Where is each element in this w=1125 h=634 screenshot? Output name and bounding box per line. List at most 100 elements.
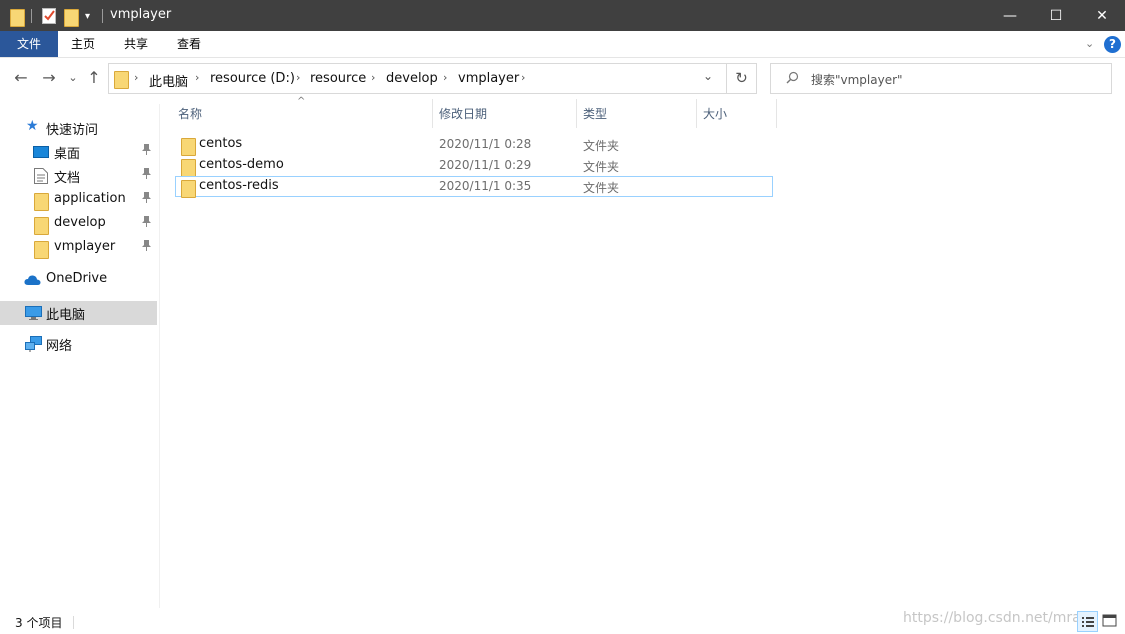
breadcrumb-resource-drive[interactable]: resource (D:)	[210, 71, 295, 86]
search-icon	[786, 71, 799, 88]
tab-share[interactable]: 共享	[110, 31, 162, 57]
folder-icon	[181, 158, 196, 177]
close-button[interactable]: ✕	[1079, 0, 1125, 31]
file-row[interactable]: centos-redis 2020/11/1 0:35 文件夹	[175, 176, 773, 198]
pin-icon[interactable]	[142, 144, 151, 158]
column-header-type[interactable]: 类型	[583, 105, 607, 127]
sidebar-item-label: 网络	[46, 339, 73, 354]
details-view-icon[interactable]	[1077, 611, 1098, 632]
folder-icon	[34, 240, 50, 259]
search-input[interactable]: 搜索"vmplayer"	[811, 71, 903, 88]
properties-icon[interactable]	[42, 7, 57, 25]
sidebar-item-documents[interactable]: 文档	[0, 164, 157, 188]
status-divider	[73, 616, 74, 629]
column-divider[interactable]	[576, 99, 577, 128]
breadcrumb-vmplayer[interactable]: vmplayer	[458, 71, 519, 86]
document-icon	[34, 168, 50, 184]
back-button[interactable]: ←	[10, 67, 32, 89]
file-type: 文件夹	[583, 160, 620, 174]
customize-toolbar-icon[interactable]: ▾	[85, 7, 90, 25]
computer-icon	[25, 305, 42, 321]
up-button[interactable]: ↑	[83, 67, 105, 89]
navigation-pane: ★ 快速访问 桌面 文档 application develop vmplaye…	[0, 104, 160, 608]
sidebar-item-network[interactable]: 网络	[0, 332, 157, 356]
qa-divider	[31, 9, 32, 23]
breadcrumb-separator[interactable]: ›	[134, 71, 138, 84]
breadcrumb-resource[interactable]: resource	[310, 71, 366, 86]
breadcrumb-this-pc[interactable]: 此电脑	[149, 71, 188, 90]
column-header-size[interactable]: 大小	[703, 105, 727, 127]
recent-locations-button[interactable]: ⌄	[62, 67, 84, 89]
address-dropdown-icon[interactable]: ⌄	[703, 69, 713, 83]
sidebar-item-label: vmplayer	[54, 239, 116, 254]
file-date: 2020/11/1 0:29	[439, 158, 532, 172]
watermark: https://blog.csdn.net/mra...	[903, 610, 1095, 626]
column-header-date[interactable]: 修改日期	[439, 105, 487, 127]
tab-view[interactable]: 查看	[163, 31, 215, 57]
column-divider[interactable]	[696, 99, 697, 128]
status-bar: 3 个项目 https://blog.csdn.net/mra...	[0, 610, 1125, 634]
tab-home[interactable]: 主页	[58, 31, 108, 57]
column-divider[interactable]	[776, 99, 777, 128]
breadcrumb-separator[interactable]: ›	[443, 71, 447, 84]
search-box[interactable]: 搜索"vmplayer"	[770, 63, 1112, 94]
sidebar-item-vmplayer[interactable]: vmplayer	[0, 236, 157, 260]
sidebar-item-label: 快速访问	[46, 123, 99, 138]
sidebar-item-onedrive[interactable]: OneDrive	[0, 268, 157, 292]
forward-button[interactable]: →	[38, 67, 60, 89]
desktop-icon	[33, 144, 49, 160]
sidebar-item-label: 桌面	[54, 147, 81, 162]
file-date: 2020/11/1 0:35	[439, 179, 532, 193]
file-type: 文件夹	[583, 139, 620, 153]
refresh-button[interactable]: ↻	[727, 63, 757, 94]
pin-icon[interactable]	[142, 168, 151, 182]
large-icons-view-icon[interactable]	[1100, 611, 1121, 632]
cloud-icon	[24, 272, 41, 288]
pin-icon[interactable]	[142, 192, 151, 206]
file-row[interactable]: centos 2020/11/1 0:28 文件夹	[175, 134, 773, 156]
file-date: 2020/11/1 0:28	[439, 137, 532, 151]
column-divider[interactable]	[432, 99, 433, 128]
file-name: centos-redis	[199, 178, 279, 193]
breadcrumb-separator[interactable]: ›	[371, 71, 375, 84]
maximize-button[interactable]: ☐	[1033, 0, 1079, 31]
sidebar-item-application[interactable]: application	[0, 188, 157, 212]
folder-icon	[10, 7, 25, 27]
breadcrumb-separator[interactable]: ›	[296, 71, 300, 84]
star-icon: ★	[26, 118, 39, 134]
sidebar-item-desktop[interactable]: 桌面	[0, 140, 157, 164]
file-name: centos	[199, 136, 243, 151]
address-bar[interactable]: › 此电脑 › resource (D:) › resource › devel…	[108, 63, 727, 94]
breadcrumb-separator[interactable]: ›	[521, 71, 525, 84]
file-row[interactable]: centos-demo 2020/11/1 0:29 文件夹	[175, 155, 773, 177]
sidebar-item-develop[interactable]: develop	[0, 212, 157, 236]
title-bar: ▾ vmplayer — ☐ ✕	[0, 0, 1125, 31]
folder-icon	[181, 179, 196, 198]
window-title: vmplayer	[110, 7, 172, 22]
sidebar-item-label: application	[54, 191, 126, 206]
new-folder-icon[interactable]	[64, 7, 79, 27]
folder-icon	[181, 137, 196, 156]
sidebar-item-this-pc[interactable]: 此电脑	[0, 301, 157, 325]
ribbon: 文件 主页 共享 查看 ⌄ ?	[0, 31, 1125, 58]
folder-icon	[34, 192, 50, 211]
sidebar-item-label: OneDrive	[46, 271, 108, 286]
column-header-name[interactable]: 名称	[178, 105, 202, 127]
minimize-button[interactable]: —	[987, 0, 1033, 31]
pin-icon[interactable]	[142, 240, 151, 254]
sidebar-item-quick-access[interactable]: ★ 快速访问	[0, 116, 157, 140]
expand-ribbon-icon[interactable]: ⌄	[1085, 37, 1094, 50]
sidebar-item-label: 此电脑	[46, 308, 86, 323]
item-count: 3 个项目	[15, 616, 63, 630]
sidebar-item-label: develop	[54, 215, 106, 230]
tab-file[interactable]: 文件	[0, 31, 58, 57]
sort-ascending-icon: ^	[297, 96, 306, 107]
folder-icon	[34, 216, 50, 235]
folder-icon	[114, 70, 129, 90]
file-type: 文件夹	[583, 181, 620, 195]
sidebar-item-label: 文档	[54, 171, 81, 186]
help-icon[interactable]: ?	[1104, 36, 1121, 53]
pin-icon[interactable]	[142, 216, 151, 230]
breadcrumb-develop[interactable]: develop	[386, 71, 438, 86]
breadcrumb-separator[interactable]: ›	[195, 71, 199, 84]
